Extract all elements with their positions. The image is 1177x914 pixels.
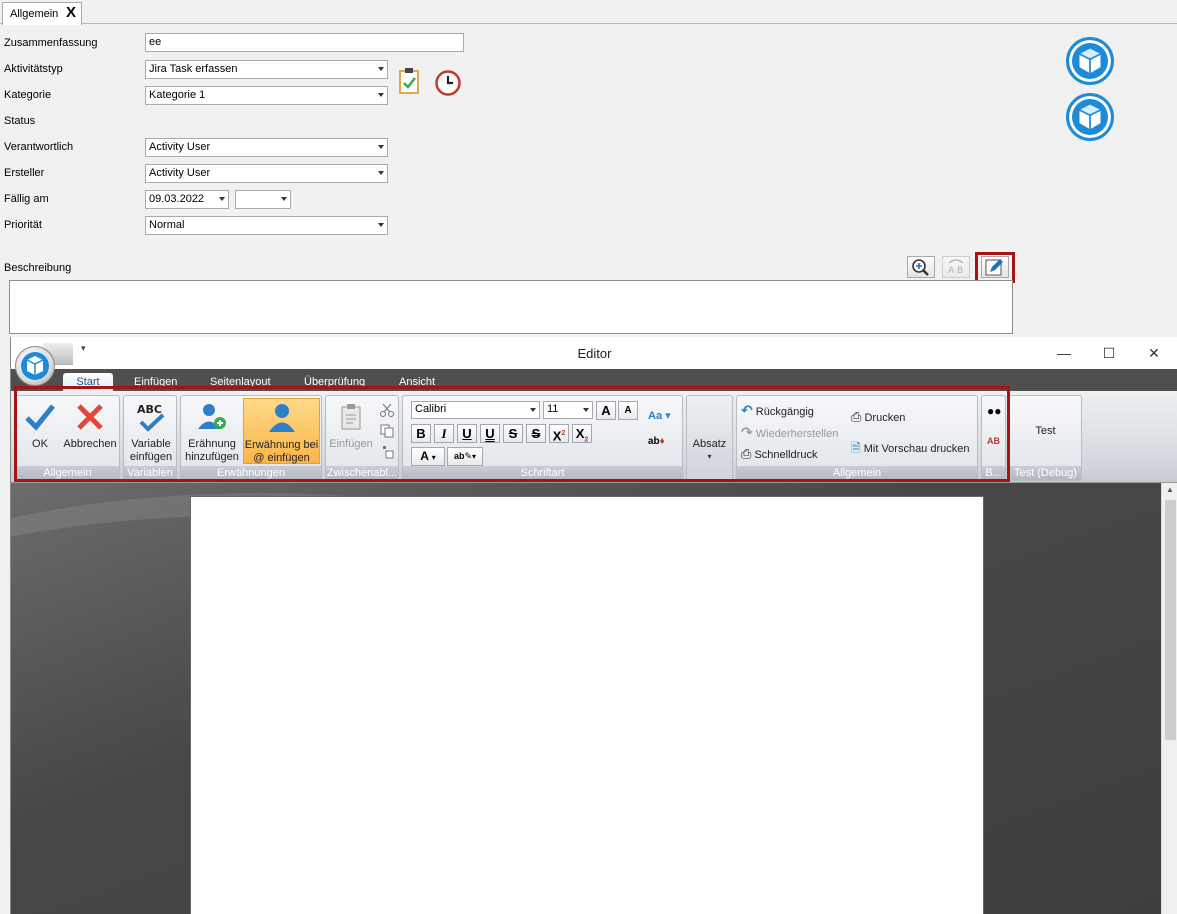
test-button[interactable]: Test: [1010, 425, 1081, 437]
chevron-down-icon: [281, 197, 287, 201]
due-label: Fällig am: [4, 193, 49, 205]
chevron-down-icon: [378, 145, 384, 149]
activity-type-select[interactable]: Jira Task erfassen: [145, 60, 388, 79]
document-page[interactable]: [190, 496, 984, 914]
editor-titlebar: Editor — ☐ ✕ ▾: [11, 337, 1177, 369]
responsible-select[interactable]: Activity User: [145, 138, 388, 157]
app-cube-icon: [21, 352, 49, 380]
close-icon[interactable]: X: [66, 4, 76, 22]
close-window-icon[interactable]: ✕: [1131, 337, 1177, 369]
description-input[interactable]: [9, 280, 1013, 334]
priority-label: Priorität: [4, 219, 42, 231]
status-label: Status: [4, 115, 36, 127]
vertical-scrollbar[interactable]: ▲: [1161, 483, 1177, 914]
chevron-down-icon: [378, 93, 384, 97]
cube-button-2[interactable]: [1066, 93, 1114, 141]
maximize-icon[interactable]: ☐: [1086, 337, 1132, 369]
app-menu-orb[interactable]: [15, 346, 55, 386]
category-select[interactable]: Kategorie 1: [145, 86, 388, 105]
cube-button-1[interactable]: [1066, 37, 1114, 85]
editor-window: Editor — ☐ ✕ ▾ Start Einfügen Seitenlayo…: [10, 337, 1177, 914]
creator-label: Ersteller: [4, 167, 45, 179]
priority-value: Normal: [149, 219, 185, 231]
due-date-picker[interactable]: 09.03.2022: [145, 190, 229, 209]
tab-allgemein-label: Allgemein: [10, 8, 59, 20]
summary-input[interactable]: ee: [145, 33, 464, 52]
chevron-down-icon: [378, 67, 384, 71]
summary-label: Zusammenfassung: [4, 37, 98, 49]
quick-access-dropdown-icon[interactable]: ▾: [81, 343, 86, 354]
priority-select[interactable]: Normal: [145, 216, 388, 235]
tab-allgemein[interactable]: Allgemein X: [2, 2, 82, 25]
activity-type-value: Jira Task erfassen: [149, 63, 238, 75]
responsible-label: Verantwortlich: [4, 141, 74, 153]
chevron-down-icon: [378, 223, 384, 227]
due-date-value: 09.03.2022: [149, 193, 205, 205]
clipboard-check-icon[interactable]: [398, 67, 420, 95]
ribbon-highlight-frame: [14, 386, 1010, 482]
creator-select[interactable]: Activity User: [145, 164, 388, 183]
tab-strip: [0, 0, 1177, 24]
chevron-down-icon: [219, 197, 225, 201]
category-label: Kategorie: [4, 89, 52, 101]
zoom-button[interactable]: [907, 256, 935, 278]
chevron-down-icon: [378, 171, 384, 175]
svg-text:A B: A B: [948, 266, 963, 276]
due-time-picker[interactable]: [235, 190, 291, 209]
responsible-value: Activity User: [149, 141, 211, 153]
clock-icon[interactable]: [434, 69, 462, 97]
scrollbar-thumb[interactable]: [1165, 500, 1176, 740]
document-area: [11, 483, 1161, 914]
editor-title: Editor: [577, 346, 612, 361]
group-test-debug: Test Test (Debug): [1009, 395, 1082, 481]
edit-pencil-icon: [985, 259, 1003, 276]
creator-value: Activity User: [149, 167, 211, 179]
scroll-up-icon[interactable]: ▲: [1166, 485, 1174, 494]
category-value: Kategorie 1: [149, 89, 206, 101]
zoom-in-icon: [912, 259, 929, 276]
group-test-debug-caption: Test (Debug): [1010, 466, 1081, 480]
activity-type-label: Aktivitätstyp: [4, 63, 63, 75]
description-label: Beschreibung: [4, 262, 72, 274]
open-editor-button[interactable]: [981, 256, 1009, 278]
spellcheck-icon: A B: [948, 259, 964, 276]
spellcheck-button[interactable]: A B: [942, 256, 970, 278]
minimize-icon[interactable]: —: [1041, 337, 1087, 369]
